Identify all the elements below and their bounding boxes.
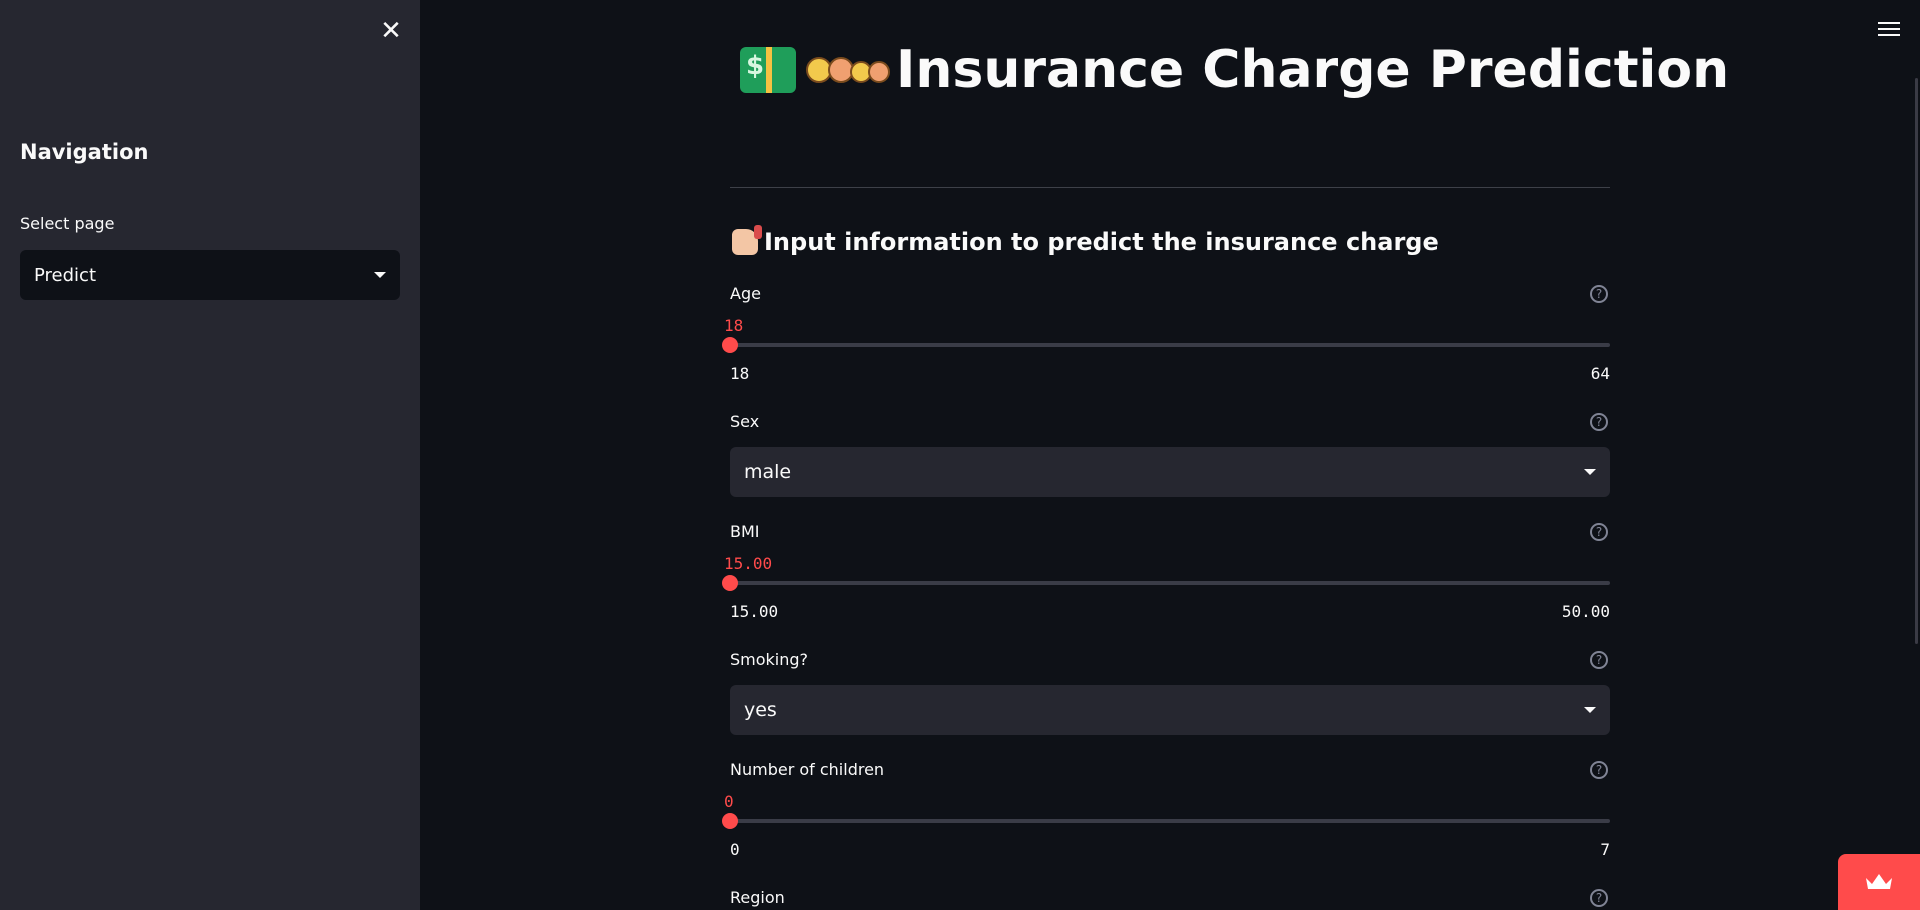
bmi-max-label: 50.00 [1561, 602, 1610, 621]
bmi-min-label: 15.00 [730, 602, 779, 621]
chevron-down-icon [1584, 469, 1596, 475]
help-icon[interactable]: ? [1590, 285, 1608, 303]
select-page-label: Select page [20, 214, 115, 233]
children-min-label: 0 [730, 840, 740, 859]
help-icon[interactable]: ? [1590, 523, 1608, 541]
chevron-down-icon [374, 272, 386, 278]
children-max-label: 7 [1600, 840, 1610, 859]
age-slider[interactable] [722, 337, 1610, 353]
scrollbar[interactable] [1915, 78, 1918, 644]
money-bill-icon [740, 47, 796, 93]
family-icon [806, 57, 890, 83]
smoking-select[interactable]: yes [730, 685, 1610, 735]
help-icon[interactable]: ? [1590, 651, 1608, 669]
children-slider[interactable] [722, 813, 1610, 829]
children-label: Number of children [730, 760, 885, 779]
children-slider-thumb[interactable] [722, 813, 738, 829]
crown-icon [1866, 874, 1892, 889]
streamlit-crown-button[interactable] [1838, 854, 1920, 910]
bmi-label: BMI [730, 522, 760, 541]
help-icon[interactable]: ? [1590, 413, 1608, 431]
age-label: Age [730, 284, 761, 303]
chevron-down-icon [1584, 707, 1596, 713]
form-subheader: Input information to predict the insuran… [732, 225, 1439, 256]
age-min-label: 18 [730, 364, 750, 383]
age-slider-thumb[interactable] [722, 337, 738, 353]
form-subheader-text: Input information to predict the insuran… [764, 228, 1439, 256]
writing-hand-icon [732, 225, 762, 255]
age-slider-value: 18 [724, 316, 744, 335]
select-page-dropdown[interactable]: Predict [20, 250, 400, 300]
divider [730, 187, 1610, 188]
page-title-text: Insurance Charge Prediction [896, 40, 1730, 100]
age-max-label: 64 [1590, 364, 1610, 383]
sidebar-title: Navigation [20, 140, 149, 164]
select-page-value: Predict [34, 264, 96, 286]
smoking-label: Smoking? [730, 650, 809, 669]
sidebar: ✕ Navigation Select page Predict [0, 0, 420, 910]
sex-label: Sex [730, 412, 760, 431]
help-icon[interactable]: ? [1590, 889, 1608, 907]
bmi-slider[interactable] [722, 575, 1610, 591]
bmi-slider-value: 15.00 [724, 554, 773, 573]
smoking-select-value: yes [744, 699, 777, 721]
sex-select[interactable]: male [730, 447, 1610, 497]
close-sidebar-button[interactable]: ✕ [376, 16, 406, 46]
children-slider-value: 0 [724, 792, 734, 811]
help-icon[interactable]: ? [1590, 761, 1608, 779]
bmi-slider-thumb[interactable] [722, 575, 738, 591]
sex-select-value: male [744, 461, 792, 483]
page-title: Insurance Charge Prediction [740, 40, 1729, 100]
hamburger-menu-icon[interactable] [1878, 18, 1900, 38]
region-label: Region [730, 888, 785, 907]
